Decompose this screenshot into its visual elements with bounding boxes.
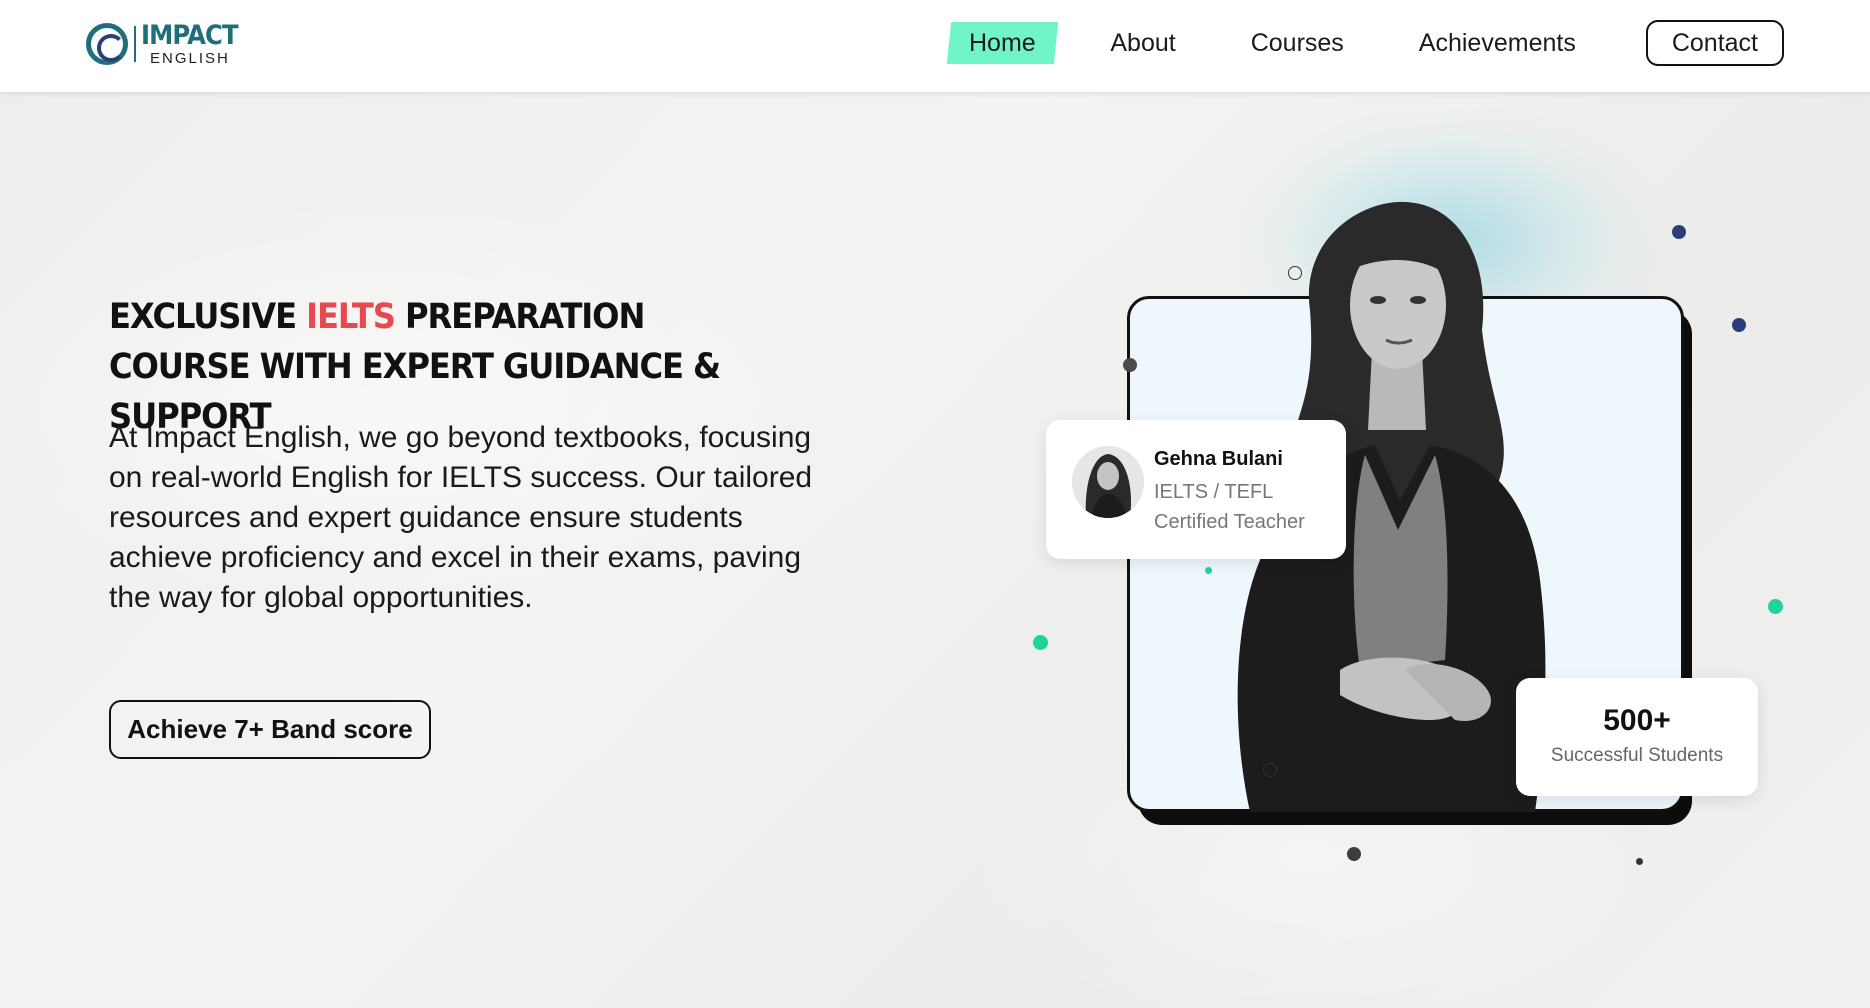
decor-dot-gray-small	[1636, 858, 1643, 865]
teacher-avatar	[1072, 446, 1144, 518]
decor-dot-navy	[1672, 225, 1686, 239]
achieve-band-score-button[interactable]: Achieve 7+ Band score	[109, 700, 431, 759]
stats-card: 500+ Successful Students	[1516, 678, 1758, 796]
decor-dot-green-small	[1205, 567, 1212, 574]
decor-dot-gray	[1123, 358, 1137, 372]
nav-home[interactable]: Home	[946, 22, 1058, 64]
decor-dot-ring	[1263, 763, 1277, 777]
teacher-name: Gehna Bulani	[1154, 448, 1283, 470]
avatar-portrait-icon	[1072, 446, 1144, 518]
logo-e-icon	[86, 23, 128, 65]
stats-label: Successful Students	[1550, 745, 1724, 766]
decor-dot-ring	[1288, 266, 1302, 280]
headline-highlight: IELTS	[306, 297, 396, 337]
nav-home-label: Home	[968, 29, 1036, 57]
brand-logo[interactable]: IMPACT ENGLISH	[86, 20, 246, 70]
nav-courses[interactable]: Courses	[1231, 22, 1364, 64]
teacher-card: Gehna Bulani IELTS / TEFL Certified Teac…	[1046, 420, 1346, 559]
hero-intro: At Impact English, we go beyond textbook…	[109, 421, 813, 614]
teacher-role: IELTS / TEFL Certified Teacher	[1154, 481, 1305, 533]
brand-subtitle: ENGLISH	[150, 50, 230, 67]
brand-title: IMPACT	[141, 20, 239, 51]
top-navbar: IMPACT ENGLISH Home About Courses Achiev…	[0, 0, 1870, 92]
headline-part-1: Exclusive	[109, 297, 307, 337]
decor-dot-navy	[1732, 318, 1746, 332]
stats-value: 500+	[1603, 704, 1671, 737]
decor-dot-green	[1768, 599, 1783, 614]
logo-divider	[134, 26, 136, 62]
nav-about[interactable]: About	[1090, 22, 1195, 64]
contact-button[interactable]: Contact	[1645, 20, 1784, 66]
nav-achievements[interactable]: Achievements	[1399, 22, 1596, 64]
decor-dot-green	[1033, 635, 1048, 650]
main-menu: Home About Courses Achievements Contact	[946, 20, 1784, 66]
decor-dot-gray	[1347, 847, 1361, 861]
